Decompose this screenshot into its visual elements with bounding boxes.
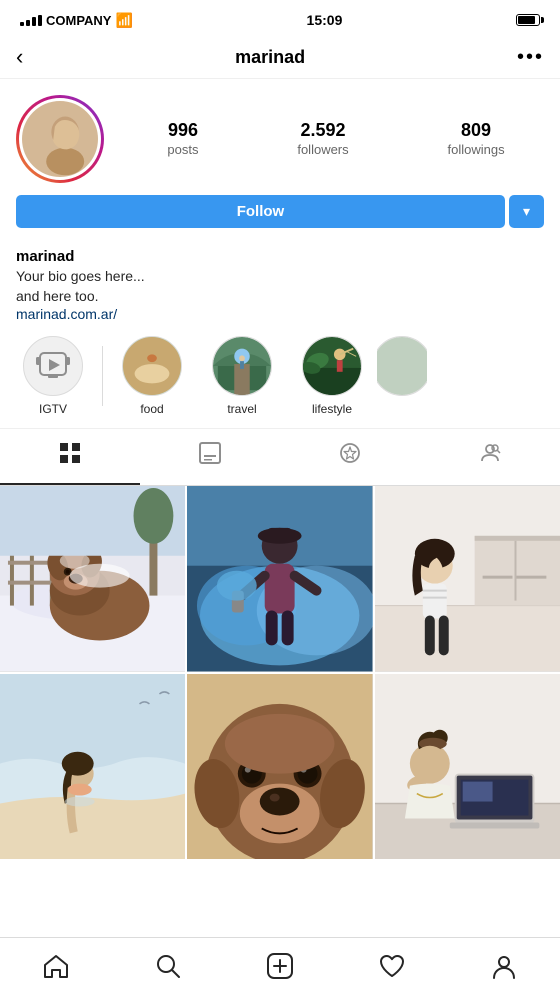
profile-header: 996 posts 2.592 followers 809 followings… bbox=[0, 79, 560, 240]
lifestyle-label: lifestyle bbox=[312, 402, 352, 416]
tab-grid[interactable] bbox=[0, 429, 140, 485]
carrier-name: COMPANY bbox=[46, 13, 111, 28]
tab-feed[interactable] bbox=[140, 429, 280, 485]
feed-icon bbox=[198, 441, 222, 471]
grid-cell-6[interactable] bbox=[375, 674, 560, 859]
grid-cell-5[interactable] bbox=[187, 674, 372, 859]
grid-cell-2[interactable] bbox=[187, 486, 372, 671]
tab-saved[interactable] bbox=[280, 429, 420, 485]
add-nav-button[interactable] bbox=[256, 948, 304, 984]
avatar bbox=[19, 98, 101, 180]
bio-line2: and here too. bbox=[16, 288, 99, 304]
grid-icon bbox=[58, 441, 82, 471]
grid-cell-4[interactable] bbox=[0, 674, 185, 859]
profile-nav-button[interactable] bbox=[480, 948, 528, 984]
signal-bar-1 bbox=[20, 22, 24, 26]
posts-stat[interactable]: 996 posts bbox=[167, 120, 198, 159]
star-icon bbox=[338, 441, 362, 471]
followers-label: followers bbox=[297, 142, 348, 157]
top-nav: ‹ marinad ••• bbox=[0, 36, 560, 79]
tab-tagged[interactable] bbox=[420, 429, 560, 485]
follow-dropdown-button[interactable]: ▾ bbox=[509, 195, 544, 228]
food-circle bbox=[122, 336, 182, 396]
avatar-container[interactable] bbox=[16, 95, 104, 183]
signal-bar-2 bbox=[26, 20, 30, 26]
following-label: followings bbox=[447, 142, 504, 157]
story-igtv[interactable]: IGTV bbox=[8, 336, 98, 416]
travel-label: travel bbox=[227, 402, 256, 416]
following-stat[interactable]: 809 followings bbox=[447, 120, 504, 159]
story-extra[interactable] bbox=[377, 336, 427, 396]
following-count: 809 bbox=[447, 120, 504, 141]
extra-circle bbox=[377, 336, 427, 396]
wifi-icon: 📶 bbox=[115, 12, 132, 29]
profile-top: 996 posts 2.592 followers 809 followings bbox=[16, 95, 544, 183]
bio-line1: Your bio goes here... bbox=[16, 268, 145, 284]
likes-nav-button[interactable] bbox=[368, 948, 416, 984]
profile-bio: marinad Your bio goes here... and here t… bbox=[0, 240, 560, 324]
profile-username-title: marinad bbox=[235, 47, 305, 68]
story-travel[interactable]: travel bbox=[197, 336, 287, 416]
battery-icon bbox=[516, 14, 540, 26]
travel-circle bbox=[212, 336, 272, 396]
story-divider bbox=[102, 346, 103, 406]
igtv-circle bbox=[23, 336, 83, 396]
bio-username: marinad bbox=[16, 248, 544, 265]
food-label: food bbox=[140, 402, 163, 416]
posts-count: 996 bbox=[167, 120, 198, 141]
tabs-row bbox=[0, 429, 560, 486]
bio-link[interactable]: marinad.com.ar/ bbox=[16, 306, 117, 322]
followers-stat[interactable]: 2.592 followers bbox=[297, 120, 348, 159]
search-nav-button[interactable] bbox=[144, 948, 192, 984]
posts-label: posts bbox=[167, 142, 198, 157]
signal-bar-4 bbox=[38, 15, 42, 26]
photo-grid bbox=[0, 486, 560, 859]
bottom-nav bbox=[0, 937, 560, 998]
follow-row: Follow ▾ bbox=[16, 195, 544, 228]
bio-text: Your bio goes here... and here too. bbox=[16, 267, 544, 306]
status-left: COMPANY 📶 bbox=[20, 12, 133, 29]
person-tag-icon bbox=[478, 441, 502, 471]
story-lifestyle[interactable]: lifestyle bbox=[287, 336, 377, 416]
status-right bbox=[516, 14, 540, 26]
status-time: 15:09 bbox=[307, 12, 343, 28]
stories-section: IGTV food bbox=[0, 324, 560, 429]
status-bar: COMPANY 📶 15:09 bbox=[0, 0, 560, 36]
story-food[interactable]: food bbox=[107, 336, 197, 416]
back-button[interactable]: ‹ bbox=[16, 44, 23, 70]
home-nav-button[interactable] bbox=[32, 948, 80, 984]
profile-stats: 996 posts 2.592 followers 809 followings bbox=[128, 120, 544, 159]
grid-cell-3[interactable] bbox=[375, 486, 560, 671]
more-options-button[interactable]: ••• bbox=[517, 46, 544, 69]
battery-fill bbox=[518, 16, 535, 24]
grid-cell-1[interactable] bbox=[0, 486, 185, 671]
lifestyle-circle bbox=[302, 336, 362, 396]
signal-bar-3 bbox=[32, 17, 36, 26]
follow-button[interactable]: Follow bbox=[16, 195, 505, 228]
stories-inner: IGTV food bbox=[0, 336, 560, 416]
signal-bars bbox=[20, 15, 42, 26]
chevron-down-icon: ▾ bbox=[523, 203, 530, 220]
igtv-label: IGTV bbox=[39, 402, 67, 416]
followers-count: 2.592 bbox=[297, 120, 348, 141]
